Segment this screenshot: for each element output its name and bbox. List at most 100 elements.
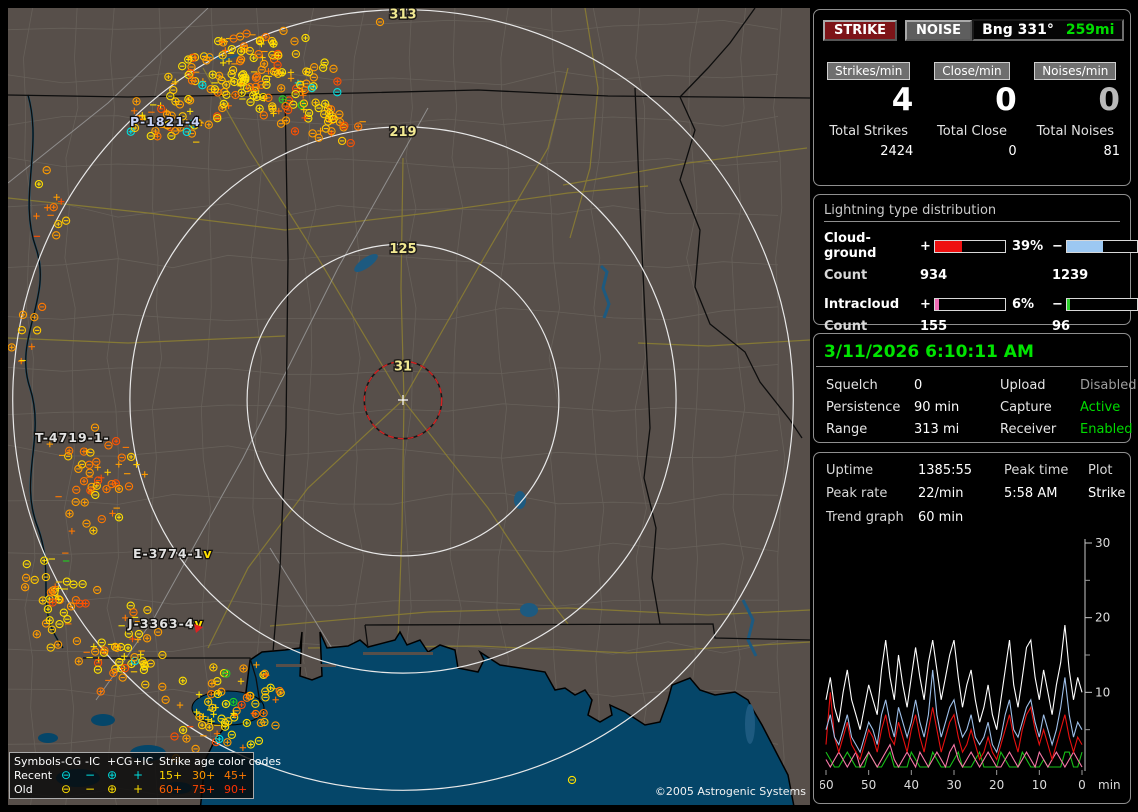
track-label: T-4719-1- bbox=[35, 430, 110, 445]
trend-graph-label: Trend graph bbox=[826, 510, 918, 525]
squelch-label: Squelch bbox=[826, 378, 914, 393]
cg-neg-old-icon: ⊖ bbox=[61, 783, 85, 796]
legend-header-icneg: -IC bbox=[85, 755, 107, 768]
minus-sign: − bbox=[1052, 297, 1066, 312]
distribution-panel: Lightning type distribution Cloud-ground… bbox=[813, 194, 1131, 325]
total-close-label: Total Close bbox=[927, 124, 1016, 139]
legend-header-cgneg: -CG bbox=[61, 755, 85, 768]
legend-row-old-label: Old bbox=[14, 783, 61, 796]
peak-time-label: Peak time bbox=[1004, 463, 1088, 478]
total-strikes-label: Total Strikes bbox=[824, 124, 913, 139]
svg-text:60: 60 bbox=[820, 778, 834, 792]
receiver-label: Receiver bbox=[1000, 422, 1080, 437]
noises-counter: Noises/min 0 Total Noises 81 bbox=[1031, 62, 1120, 159]
squelch-value: 0 bbox=[914, 378, 1000, 393]
bearing-readout: Bng 331° 259mi bbox=[972, 19, 1124, 41]
receiver-status: Enabled bbox=[1080, 422, 1136, 437]
peak-time-value: 5:58 AM bbox=[1004, 486, 1088, 501]
svg-text:40: 40 bbox=[904, 778, 919, 792]
svg-text:30: 30 bbox=[1095, 536, 1110, 550]
plus-sign: + bbox=[920, 239, 934, 254]
close-per-min-badge: Close/min bbox=[934, 62, 1009, 80]
ic-pos-pct: 6% bbox=[1006, 297, 1052, 312]
map-canvas: 31321912531 bbox=[8, 8, 810, 805]
ring-label: 125 bbox=[389, 242, 416, 257]
capture-status: Active bbox=[1080, 400, 1136, 415]
minus-sign: − bbox=[1052, 239, 1066, 254]
svg-text:30: 30 bbox=[946, 778, 961, 792]
age-45: 45+ bbox=[224, 769, 252, 782]
strikes-per-min-badge: Strikes/min bbox=[827, 62, 910, 80]
lake bbox=[520, 603, 538, 617]
nexstorm-window: { "window": { "copyright": "©2005 Astrog… bbox=[0, 0, 1138, 812]
upload-label: Upload bbox=[1000, 378, 1080, 393]
strikes-counter: Strikes/min 4 Total Strikes 2424 bbox=[824, 62, 913, 159]
intracloud-label: Intracloud bbox=[824, 297, 920, 312]
ic-pos-bar bbox=[934, 298, 1006, 311]
cg-neg-count: 1239 bbox=[1052, 268, 1120, 283]
divider bbox=[816, 366, 1128, 367]
range-label: Range bbox=[826, 422, 914, 437]
total-strikes-value: 2424 bbox=[824, 144, 913, 159]
ring-label: 31 bbox=[394, 359, 412, 374]
lake bbox=[514, 491, 526, 509]
cg-neg-bar bbox=[1066, 240, 1138, 253]
ring-label: 313 bbox=[389, 8, 416, 23]
trend-graph-value: 60 min bbox=[918, 510, 1004, 525]
count-label: Count bbox=[824, 268, 920, 283]
close-rate: 0 bbox=[927, 83, 1016, 117]
plot-value: Strike bbox=[1088, 486, 1125, 501]
lightning-map[interactable]: 31321912531 bbox=[8, 8, 810, 805]
stats-panel: Uptime 1385:55 Peak time Plot Peak rate … bbox=[813, 452, 1131, 804]
range-value: 313 mi bbox=[914, 422, 1000, 437]
legend-header-icpos: +IC bbox=[133, 755, 159, 768]
status-panel: STRIKE NOISE Bng 331° 259mi Strikes/min … bbox=[813, 9, 1131, 186]
count-label: Count bbox=[824, 319, 920, 334]
bearing-distance: 259mi bbox=[1066, 22, 1115, 38]
track-label: J-3363-4v bbox=[127, 616, 204, 631]
noises-rate: 0 bbox=[1031, 83, 1120, 117]
ic-neg-old-icon: − bbox=[85, 783, 107, 796]
cg-pos-bar bbox=[934, 240, 1006, 253]
noises-per-min-badge: Noises/min bbox=[1034, 62, 1116, 80]
svg-text:10: 10 bbox=[1032, 778, 1047, 792]
cg-neg-recent-icon: ⊖ bbox=[61, 769, 85, 782]
close-counter: Close/min 0 Total Close 0 bbox=[927, 62, 1016, 159]
ic-neg-recent-icon: − bbox=[85, 769, 107, 782]
svg-text:min: min bbox=[1098, 778, 1121, 792]
cg-pos-recent-icon: ⊕ bbox=[107, 769, 133, 782]
distribution-title: Lightning type distribution bbox=[824, 203, 1120, 222]
legend-row-recent-label: Recent bbox=[14, 769, 61, 782]
trend-series-CG- bbox=[826, 670, 1082, 752]
cg-pos-count: 934 bbox=[920, 268, 1052, 283]
svg-text:10: 10 bbox=[1095, 685, 1110, 699]
svg-text:0: 0 bbox=[1078, 778, 1086, 792]
bearing-value: Bng 331° bbox=[982, 22, 1054, 38]
cloud-ground-row: Cloud-ground + 39% − 51% bbox=[824, 231, 1120, 261]
upload-status: Disabled bbox=[1080, 378, 1136, 393]
persistence-label: Persistence bbox=[826, 400, 914, 415]
plot-label: Plot bbox=[1088, 463, 1125, 478]
peak-rate-label: Peak rate bbox=[826, 486, 918, 501]
ic-pos-recent-icon: + bbox=[133, 769, 159, 782]
persistence-value: 90 min bbox=[914, 400, 1000, 415]
legend-header-cgpos: +CG bbox=[107, 755, 133, 768]
svg-text:20: 20 bbox=[1095, 611, 1110, 625]
noise-mode-button[interactable]: NOISE bbox=[905, 20, 972, 41]
strikes-rate: 4 bbox=[824, 83, 913, 117]
svg-text:20: 20 bbox=[989, 778, 1004, 792]
age-60: 60+ bbox=[159, 783, 192, 796]
svg-text:50: 50 bbox=[861, 778, 876, 792]
cloud-ground-label: Cloud-ground bbox=[824, 231, 920, 261]
cloud-ground-counts: Count 934 1239 bbox=[824, 268, 1120, 283]
intracloud-row: Intracloud + 6% − 4% bbox=[824, 297, 1120, 312]
trend-chart: 10 20 30 60 50 40 30 20 10 0 min bbox=[820, 535, 1126, 797]
datetime-display: 3/11/2026 6:10:11 AM bbox=[824, 342, 1120, 362]
plus-sign: + bbox=[920, 297, 934, 312]
ic-pos-old-icon: + bbox=[133, 783, 159, 796]
peak-rate-value: 22/min bbox=[918, 486, 1004, 501]
strike-mode-button[interactable]: STRIKE bbox=[823, 20, 897, 41]
uptime-value: 1385:55 bbox=[918, 463, 1004, 478]
track-label: P-1821-4 bbox=[130, 114, 201, 129]
legend-age-header: Strike age color codes bbox=[159, 755, 252, 768]
